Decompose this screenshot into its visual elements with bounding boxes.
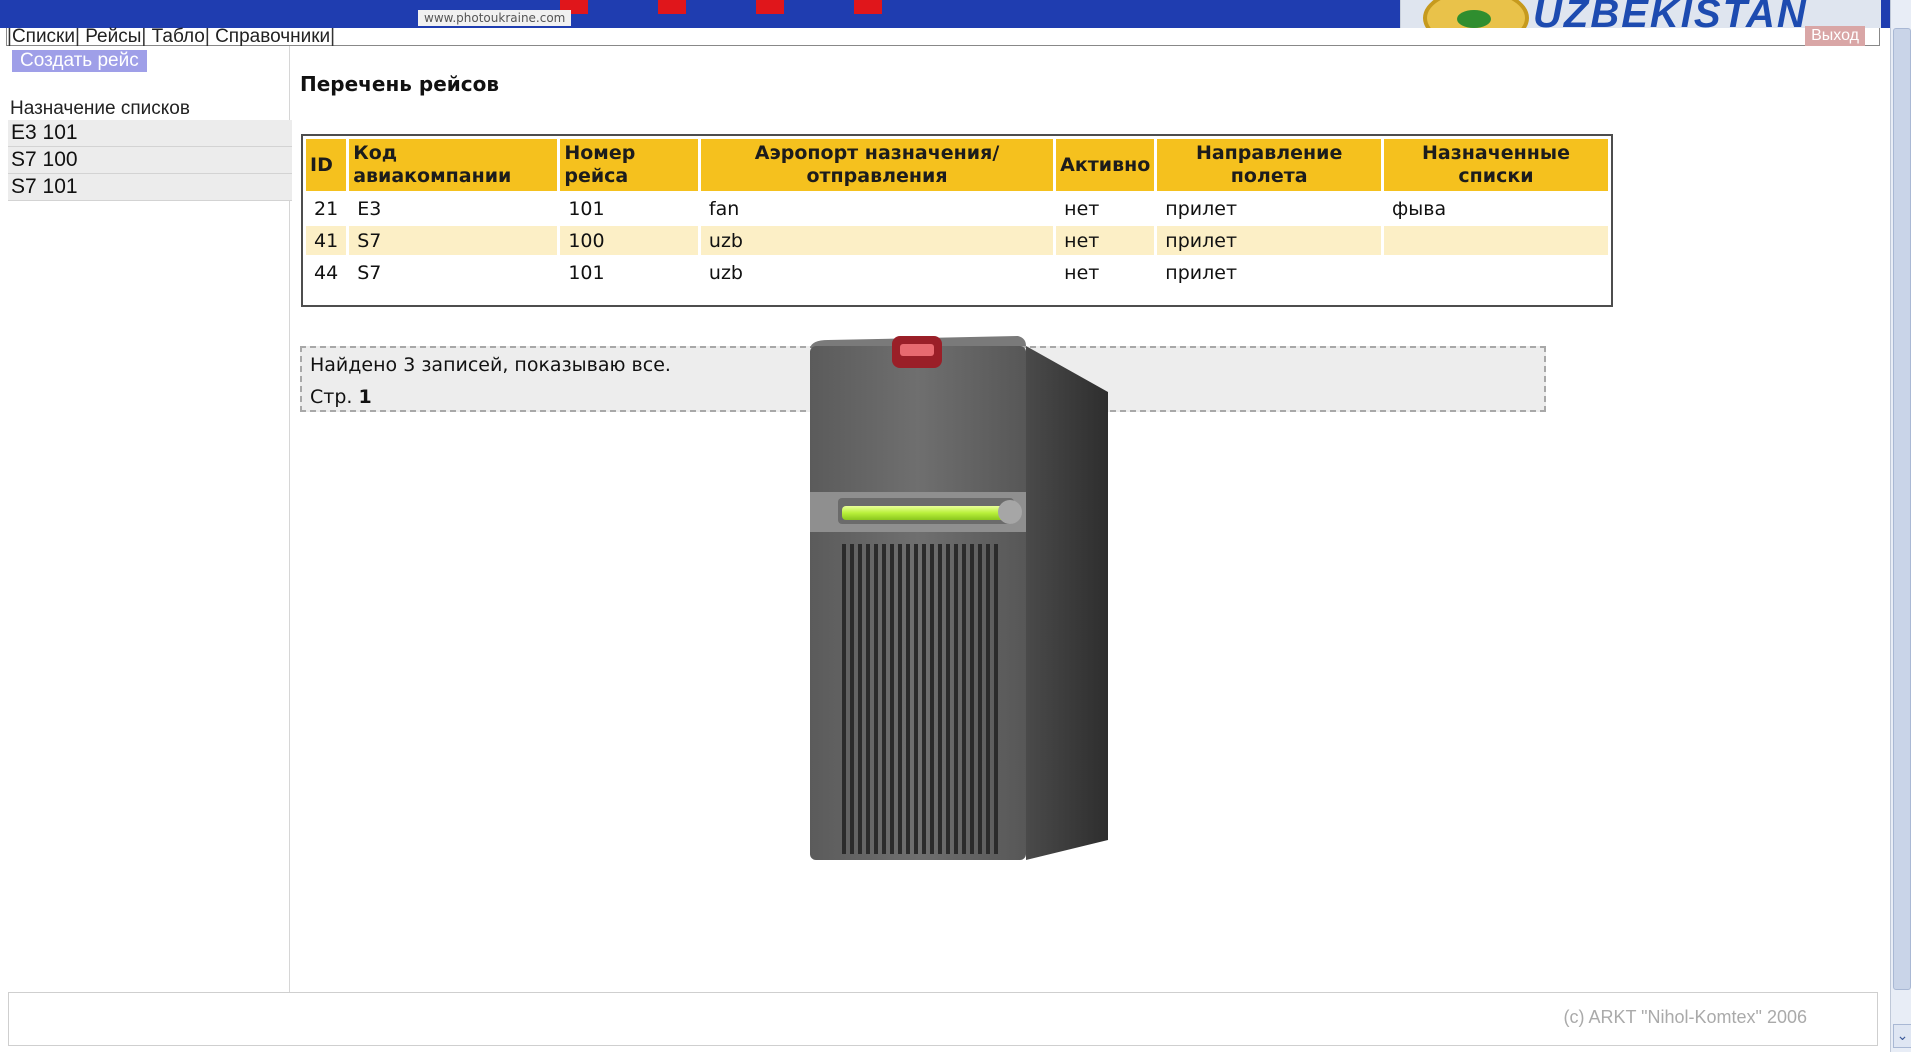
scroll-down-arrow-icon[interactable]: ⌄ <box>1893 1024 1911 1048</box>
lists-assignment-heading: Назначение списков <box>10 98 190 119</box>
table-row[interactable]: 44 S7 101 uzb нет прилет <box>306 258 1608 287</box>
cell-flight-number: 101 <box>568 261 605 284</box>
column-header-active[interactable]: Активно <box>1056 139 1155 191</box>
uzbekistan-logo: UZBEKISTAN <box>1400 0 1881 28</box>
cell-airline-code: S7 <box>349 226 558 255</box>
records-found-text: Найдено 3 записей, показываю все. <box>310 354 671 376</box>
cell-airport: fan <box>708 197 740 220</box>
logo-brand-text: UZBEKISTAN <box>1533 0 1808 28</box>
cell-id: 41 <box>306 226 347 255</box>
sidebar: Создать рейс Назначение списков E3 101 S… <box>6 46 292 992</box>
column-header-id[interactable]: ID <box>306 139 347 191</box>
cell-direction: прилет <box>1157 226 1382 255</box>
table-row[interactable]: 21 E3 101 fan нет прилет фыва <box>306 194 1608 223</box>
watermark-label: www.photoukraine.com <box>418 10 572 26</box>
page-indicator: Стр. 1 <box>310 386 372 408</box>
cell-id: 44 <box>314 261 339 284</box>
vertical-scrollbar[interactable]: ⌄ <box>1890 0 1911 1052</box>
cell-flight-number: 100 <box>560 226 698 255</box>
page-label: Стр. <box>310 386 353 408</box>
column-header-flight-number[interactable]: Номер рейса <box>560 139 698 191</box>
cell-direction: прилет <box>1165 261 1238 284</box>
menu-item-flights[interactable]: Рейсы <box>85 26 141 47</box>
column-header-airport[interactable]: Аэропорт назначения/отправления <box>700 139 1054 191</box>
status-bar: (c) ARKT "Nihol-Komtex" 2006 <box>8 992 1878 1046</box>
table-header-row: ID Код авиакомпании Номер рейса Аэропорт… <box>306 139 1608 191</box>
cell-airport: uzb <box>708 261 743 284</box>
cell-assigned-lists <box>1384 226 1608 255</box>
flights-table: ID Код авиакомпании Номер рейса Аэропорт… <box>301 134 1613 307</box>
cell-id: 21 <box>314 197 339 220</box>
page-title: Перечень рейсов <box>300 72 500 96</box>
create-flight-button[interactable]: Создать рейс <box>12 50 147 72</box>
cell-flight-number: 101 <box>568 197 605 220</box>
sidebar-item-e3-101[interactable]: E3 101 <box>8 120 292 147</box>
copyright-text: (c) ARKT "Nihol-Komtex" 2006 <box>1563 1007 1807 1027</box>
menu-item-board[interactable]: Табло <box>152 26 205 47</box>
page-number-link[interactable]: 1 <box>358 386 371 408</box>
cell-airline-code: S7 <box>357 261 382 284</box>
server-tower-image <box>810 336 1108 860</box>
cell-assigned-lists <box>1384 258 1608 287</box>
cell-direction: прилет <box>1165 197 1238 220</box>
main-menu: |Списки| Рейсы| Табло| Справочники| Выхо… <box>6 26 1880 47</box>
cell-assigned-lists: фыва <box>1392 197 1447 220</box>
column-header-assigned-lists[interactable]: Назначенные списки <box>1384 139 1608 191</box>
top-banner: www.photoukraine.com UZBEKISTAN <box>0 0 1890 28</box>
cell-airline-code: E3 <box>357 197 382 220</box>
menu-item-lists[interactable]: Списки <box>12 26 75 47</box>
cell-airport: uzb <box>700 226 1054 255</box>
menu-item-directories[interactable]: Справочники <box>215 26 330 47</box>
sidebar-item-s7-100[interactable]: S7 100 <box>8 147 292 174</box>
cell-active: нет <box>1064 261 1100 284</box>
table-row[interactable]: 41 S7 100 uzb нет прилет <box>306 226 1608 255</box>
cell-active: нет <box>1056 226 1155 255</box>
column-header-direction[interactable]: Направление полета <box>1157 139 1382 191</box>
cell-active: нет <box>1064 197 1100 220</box>
logout-button[interactable]: Выход <box>1805 26 1865 46</box>
banner-title-fragment <box>560 0 1040 14</box>
column-header-airline-code[interactable]: Код авиакомпании <box>349 139 558 191</box>
scrollbar-thumb[interactable] <box>1893 28 1911 990</box>
logo-emblem-icon <box>1423 0 1529 28</box>
sidebar-item-s7-101[interactable]: S7 101 <box>8 174 292 201</box>
